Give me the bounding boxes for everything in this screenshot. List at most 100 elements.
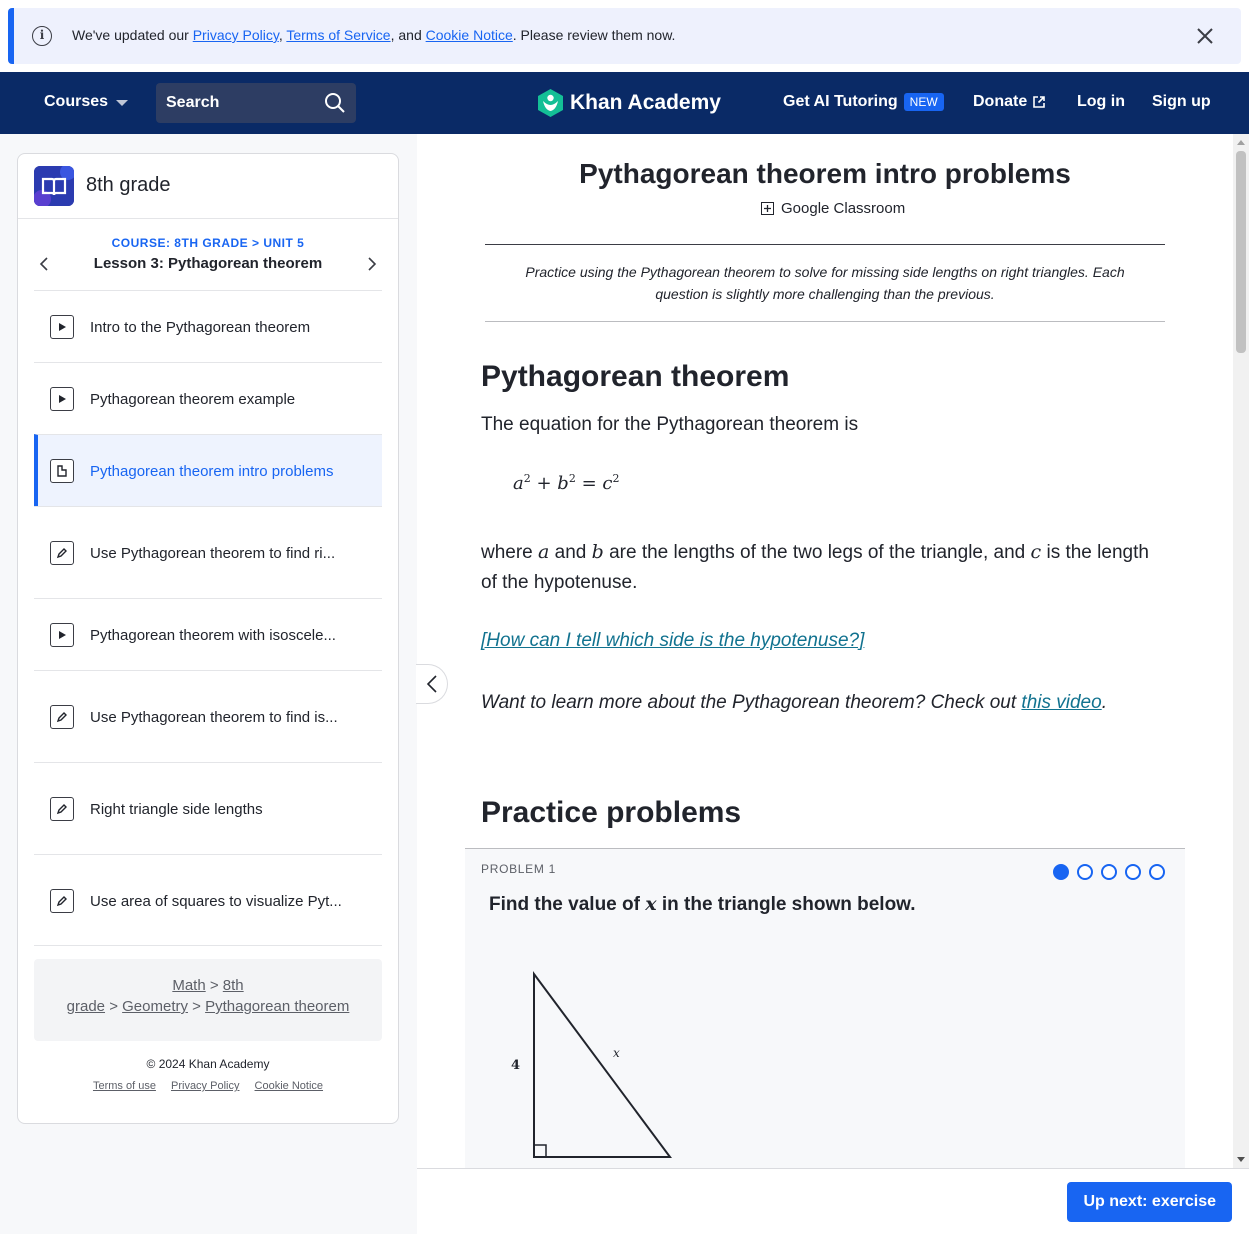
book-icon xyxy=(34,166,74,206)
page-title: Pythagorean theorem intro problems xyxy=(579,158,1071,189)
pencil-icon xyxy=(50,797,74,821)
pythagorean-equation: a2 + b2 = c2 xyxy=(513,472,619,494)
lesson-item-list: Intro to the Pythagorean theorem Pythago… xyxy=(34,290,382,946)
policy-notice-banner: i We've updated our Privacy Policy, Term… xyxy=(8,8,1241,64)
list-item-label: Pythagorean theorem example xyxy=(90,391,296,408)
terms-of-use-link[interactable]: Terms of use xyxy=(93,1080,156,1092)
chevron-left-icon[interactable] xyxy=(38,257,50,271)
breadcrumb-separator: > xyxy=(209,977,219,994)
paragraph-text: are the lengths of the two legs of the t… xyxy=(603,542,1031,563)
list-item-label: Use area of squares to visualize Pyt... xyxy=(90,893,342,910)
problem-dot-1[interactable] xyxy=(1053,864,1069,880)
privacy-policy-link[interactable]: Privacy Policy xyxy=(171,1080,239,1092)
play-icon xyxy=(50,623,74,647)
list-item[interactable]: Use area of squares to visualize Pyt... xyxy=(34,854,382,946)
paragraph: Want to learn more about the Pythagorean… xyxy=(481,692,1107,714)
signup-link[interactable]: Sign up xyxy=(1152,93,1211,111)
scroll-up-arrow-icon[interactable] xyxy=(1237,140,1245,145)
list-item[interactable]: Intro to the Pythagorean theorem xyxy=(34,290,382,362)
problem-dot-2[interactable] xyxy=(1077,864,1093,880)
paragraph-text: and xyxy=(549,542,592,563)
privacy-policy-link[interactable]: Privacy Policy xyxy=(193,27,279,43)
equation-var: a xyxy=(513,473,524,494)
google-classroom-label: Google Classroom xyxy=(781,200,906,217)
paragraph: where a and b are the lengths of the two… xyxy=(481,537,1161,598)
list-item-label: Right triangle side lengths xyxy=(90,801,263,818)
article-content: Pythagorean theorem intro problems Googl… xyxy=(417,134,1233,1168)
pencil-icon xyxy=(50,541,74,565)
new-badge: NEW xyxy=(903,93,944,111)
problem-dot-5[interactable] xyxy=(1149,864,1165,880)
math-var: x xyxy=(645,893,657,915)
main-scrollbar[interactable] xyxy=(1233,134,1249,1168)
video-link[interactable]: this video xyxy=(1021,692,1101,713)
equation-var: c xyxy=(602,473,613,494)
cookie-notice-link[interactable]: Cookie Notice xyxy=(255,1080,323,1092)
khan-academy-logo[interactable]: Khan Academy xyxy=(537,88,721,118)
course-header[interactable]: 8th grade xyxy=(18,154,398,219)
search-icon[interactable] xyxy=(324,92,346,114)
ai-tutoring-link[interactable]: Get AI Tutoring NEW xyxy=(783,93,944,111)
course-unit-kicker[interactable]: COURSE: 8TH GRADE > UNIT 5 xyxy=(18,236,398,250)
khan-academy-leaf-icon xyxy=(538,89,563,117)
list-item-active[interactable]: Pythagorean theorem intro problems xyxy=(34,434,382,506)
breadcrumb-grade-link[interactable]: 8th xyxy=(223,977,244,994)
math-var: a xyxy=(538,541,550,563)
list-item[interactable]: Pythagorean theorem example xyxy=(34,362,382,434)
copyright: © 2024 Khan Academy xyxy=(146,1057,270,1071)
list-item-label: Intro to the Pythagorean theorem xyxy=(90,319,311,336)
courses-label: Courses xyxy=(44,93,109,110)
breadcrumb-grade-link[interactable]: grade xyxy=(67,998,105,1015)
intro-box: Practice using the Pythagorean theorem t… xyxy=(485,244,1165,322)
equation-exponent: 2 xyxy=(612,472,620,485)
donate-link[interactable]: Donate xyxy=(973,93,1046,111)
problem-label: PROBLEM 1 xyxy=(481,862,556,876)
terms-of-service-link[interactable]: Terms of Service xyxy=(286,27,390,43)
paragraph-text: . xyxy=(1101,692,1107,713)
problem-dot-4[interactable] xyxy=(1125,864,1141,880)
pencil-icon xyxy=(50,705,74,729)
breadcrumb-separator: > xyxy=(192,998,201,1015)
breadcrumb-topic-link[interactable]: Pythagorean theorem xyxy=(205,998,349,1015)
equation-exponent: 2 xyxy=(568,472,576,485)
section-heading: Practice problems xyxy=(481,796,742,829)
login-link[interactable]: Log in xyxy=(1077,93,1125,111)
list-item-label: Pythagorean theorem intro problems xyxy=(90,463,334,480)
lesson-title: Lesson 3: Pythagorean theorem xyxy=(93,255,323,272)
up-next-button[interactable]: Up next: exercise xyxy=(1067,1182,1232,1222)
notice-message: We've updated our Privacy Policy, Terms … xyxy=(72,27,675,43)
breadcrumb-geometry-link[interactable]: Geometry xyxy=(122,998,188,1015)
scroll-down-arrow-icon[interactable] xyxy=(1237,1157,1245,1162)
list-item[interactable]: Pythagorean theorem with isoscele... xyxy=(34,598,382,670)
paragraph: The equation for the Pythagorean theorem… xyxy=(481,414,859,435)
list-item[interactable]: Right triangle side lengths xyxy=(34,762,382,854)
list-item[interactable]: Use Pythagorean theorem to find ri... xyxy=(34,506,382,598)
donate-label: Donate xyxy=(973,93,1028,110)
bottom-action-bar: Up next: exercise xyxy=(417,1168,1249,1234)
list-item[interactable]: Use Pythagorean theorem to find is... xyxy=(34,670,382,762)
search-input[interactable]: Search xyxy=(156,83,356,123)
cookie-notice-link[interactable]: Cookie Notice xyxy=(426,27,513,43)
leg-label: 4 xyxy=(511,1058,520,1073)
intro-text: Practice using the Pythagorean theorem t… xyxy=(525,264,1125,302)
list-item-label: Use Pythagorean theorem to find is... xyxy=(90,709,338,726)
problem-dot-3[interactable] xyxy=(1101,864,1117,880)
close-icon[interactable] xyxy=(1193,24,1217,48)
paragraph-text: Want to learn more about the Pythagorean… xyxy=(481,692,1022,713)
scrollbar-thumb[interactable] xyxy=(1236,151,1246,353)
hypotenuse-label: x xyxy=(613,1046,620,1060)
chevron-right-icon[interactable] xyxy=(366,257,378,271)
breadcrumb-math-link[interactable]: Math xyxy=(172,977,205,994)
list-item-label: Pythagorean theorem with isoscele... xyxy=(90,627,336,644)
notice-text: , and xyxy=(390,27,426,43)
article-icon xyxy=(50,459,74,483)
top-navigation: Courses Search Khan Academy Get AI Tutor… xyxy=(0,72,1249,134)
google-classroom-button[interactable]: Google Classroom xyxy=(761,200,905,217)
equation-exponent: 2 xyxy=(523,472,531,485)
courses-menu-button[interactable]: Courses xyxy=(44,93,129,111)
ai-tutoring-label: Get AI Tutoring xyxy=(783,93,898,110)
chevron-down-icon xyxy=(116,100,129,106)
play-icon xyxy=(50,315,74,339)
hypotenuse-help-link[interactable]: [How can I tell which side is the hypote… xyxy=(481,630,864,652)
breadcrumb: Math > 8th grade > Geometry > Pythagorea… xyxy=(34,959,382,1041)
